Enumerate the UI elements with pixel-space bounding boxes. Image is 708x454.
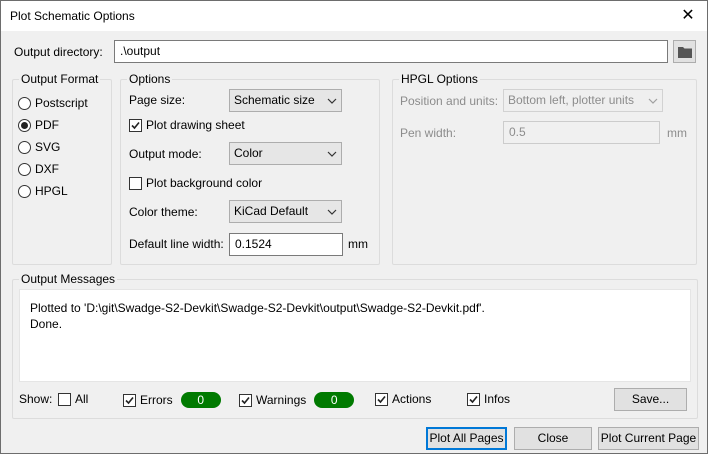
radio-dxf[interactable]: DXF xyxy=(18,162,59,176)
chevron-down-icon xyxy=(327,209,337,215)
filter-errors-checkbox[interactable]: Errors 0 xyxy=(123,392,221,408)
radio-postscript-indicator xyxy=(18,96,31,110)
radio-hpgl-label: HPGL xyxy=(35,184,68,198)
output-messages-title: Output Messages xyxy=(19,272,118,286)
checkmark-icon xyxy=(469,395,478,403)
filter-errors-box xyxy=(123,393,136,407)
filter-actions-box xyxy=(375,392,388,406)
page-size-value: Schematic size xyxy=(234,93,315,107)
checkmark-icon xyxy=(377,395,386,403)
radio-svg-label: SVG xyxy=(35,140,61,154)
radio-hpgl-indicator xyxy=(18,184,31,198)
radio-svg-indicator xyxy=(18,140,31,154)
plot-background-label: Plot background color xyxy=(146,176,263,190)
pen-width-input[interactable]: 0.5 xyxy=(503,121,660,144)
close-window-icon[interactable]: ✕ xyxy=(678,6,698,26)
radio-postscript-label: Postscript xyxy=(35,96,88,110)
output-mode-value: Color xyxy=(234,146,263,160)
pen-width-label: Pen width: xyxy=(400,126,457,140)
output-format-title: Output Format xyxy=(19,72,101,86)
message-line: Done. xyxy=(30,317,63,331)
color-theme-label: Color theme: xyxy=(129,205,198,219)
position-units-label: Position and units: xyxy=(400,94,499,108)
filter-infos-label: Infos xyxy=(484,392,511,406)
line-width-label: Default line width: xyxy=(129,237,224,251)
filter-infos-box xyxy=(467,392,480,406)
radio-pdf-label: PDF xyxy=(35,118,59,132)
save-messages-button[interactable]: Save... xyxy=(614,388,687,411)
dialog-window: Plot Schematic Options ✕ Output director… xyxy=(0,0,708,454)
position-units-value: Bottom left, plotter units xyxy=(508,93,635,107)
window-title: Plot Schematic Options xyxy=(10,9,135,23)
line-width-unit: mm xyxy=(348,237,368,251)
folder-icon xyxy=(677,47,692,58)
output-directory-input[interactable]: .\output xyxy=(114,40,668,63)
show-label: Show: xyxy=(19,392,53,406)
close-button[interactable]: Close xyxy=(514,427,592,450)
page-size-select[interactable]: Schematic size xyxy=(229,89,342,112)
radio-hpgl[interactable]: HPGL xyxy=(18,184,68,198)
page-size-label: Page size: xyxy=(129,93,186,107)
plot-all-pages-button[interactable]: Plot All Pages xyxy=(426,427,507,450)
chevron-down-icon xyxy=(648,98,658,104)
options-title: Options xyxy=(127,72,173,86)
plot-drawing-sheet-label: Plot drawing sheet xyxy=(146,118,245,132)
chevron-down-icon xyxy=(327,151,337,157)
output-directory-label: Output directory: xyxy=(14,45,103,59)
checkmark-icon xyxy=(131,121,140,129)
radio-dxf-indicator xyxy=(18,162,31,176)
filter-actions-label: Actions xyxy=(392,392,432,406)
filter-errors-label: Errors xyxy=(140,393,173,407)
errors-count-badge: 0 xyxy=(180,392,221,408)
plot-drawing-sheet-box xyxy=(129,118,142,132)
filter-all-box xyxy=(58,392,71,406)
radio-postscript[interactable]: Postscript xyxy=(18,96,88,110)
filter-warnings-label: Warnings xyxy=(256,393,307,407)
radio-dxf-label: DXF xyxy=(35,162,59,176)
filter-warnings-box xyxy=(239,393,252,407)
position-units-select[interactable]: Bottom left, plotter units xyxy=(503,89,663,112)
filter-all-label: All xyxy=(75,392,89,406)
color-theme-value: KiCad Default xyxy=(234,204,309,218)
radio-pdf[interactable]: PDF xyxy=(18,118,59,132)
filter-actions-checkbox[interactable]: Actions xyxy=(375,392,431,406)
warnings-count-badge: 0 xyxy=(314,392,355,408)
message-line: Plotted to 'D:\git\Swadge-S2-Devkit\Swad… xyxy=(30,301,485,315)
filter-all-checkbox[interactable]: All xyxy=(58,392,88,406)
messages-panel[interactable]: Plotted to 'D:\git\Swadge-S2-Devkit\Swad… xyxy=(19,289,691,382)
checkmark-icon xyxy=(241,396,250,404)
filter-warnings-checkbox[interactable]: Warnings 0 xyxy=(239,392,355,408)
hpgl-options-title: HPGL Options xyxy=(399,72,480,86)
radio-svg[interactable]: SVG xyxy=(18,140,60,154)
color-theme-select[interactable]: KiCad Default xyxy=(229,200,342,223)
pen-width-unit: mm xyxy=(667,126,687,140)
line-width-input[interactable]: 0.1524 xyxy=(229,233,343,256)
plot-drawing-sheet-checkbox[interactable]: Plot drawing sheet xyxy=(129,118,245,132)
output-mode-label: Output mode: xyxy=(129,147,202,161)
plot-background-box xyxy=(129,176,142,190)
output-mode-select[interactable]: Color xyxy=(229,142,342,165)
chevron-down-icon xyxy=(327,98,337,104)
plot-current-page-button[interactable]: Plot Current Page xyxy=(598,427,699,450)
filter-infos-checkbox[interactable]: Infos xyxy=(467,392,510,406)
checkmark-icon xyxy=(125,396,134,404)
radio-pdf-indicator xyxy=(18,118,31,132)
browse-folder-button[interactable] xyxy=(673,40,696,63)
plot-background-checkbox[interactable]: Plot background color xyxy=(129,176,262,190)
title-bar: Plot Schematic Options ✕ xyxy=(1,1,707,31)
